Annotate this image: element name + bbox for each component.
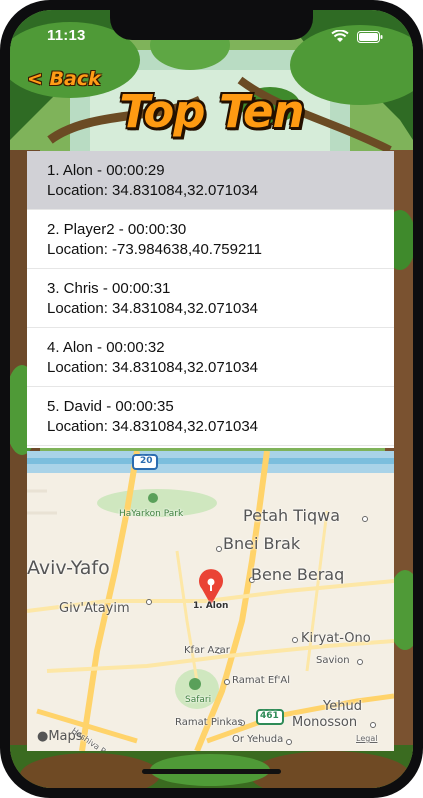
score-name-time: 4. Alon - 00:00:32 (47, 339, 165, 356)
score-row[interactable]: 5. David - 00:00:35 Location: 34.831084,… (27, 387, 394, 446)
status-time: 11:13 (47, 27, 86, 44)
highway-shield-20: 20 (140, 456, 153, 466)
score-location: Location: 34.831084,32.071034 (47, 300, 259, 317)
battery-icon (357, 30, 383, 43)
map-label-city: Kiryat-Ono (301, 631, 371, 646)
map-label-city: Yehud (323, 699, 362, 714)
map-label-city: Petah Tiqwa (243, 506, 340, 525)
map-view[interactable]: 20 461 HaYarkon Park Petah Tiqwa Bnei Br… (27, 451, 394, 751)
score-name-time: 1. Alon - 00:00:29 (47, 162, 165, 179)
score-location: Location: 34.831084,32.071034 (47, 182, 259, 199)
score-name-time: 2. Player2 - 00:00:30 (47, 221, 187, 238)
score-location: Location: 34.831084,32.071034 (47, 418, 259, 435)
map-label-park: Safari (185, 695, 212, 705)
map-label-town: Savion (316, 655, 350, 666)
wifi-icon (331, 30, 349, 42)
highway-shield-461: 461 (260, 711, 279, 721)
map-label-park: HaYarkon Park (119, 509, 184, 519)
status-icons (331, 30, 383, 43)
legal-link[interactable]: Legal (356, 734, 377, 743)
score-row[interactable]: 3. Chris - 00:00:31 Location: 34.831084,… (27, 269, 394, 328)
home-indicator[interactable] (142, 769, 281, 774)
top-ten-list[interactable]: 1. Alon - 00:00:29 Location: 34.831084,3… (27, 151, 394, 448)
maps-attribution: ●Maps (37, 729, 83, 744)
device-frame: 11:13 < Back Top Ten 1. Alon - 00:00:29 … (0, 0, 423, 798)
screen: 11:13 < Back Top Ten 1. Alon - 00:00:29 … (10, 10, 413, 788)
map-label-town: Kfar Azar (184, 645, 230, 656)
score-location: Location: 34.831084,32.071034 (47, 359, 259, 376)
score-name-time: 3. Chris - 00:00:31 (47, 280, 171, 297)
map-label-city: Bene Beraq (251, 565, 345, 584)
page-title: Top Ten (119, 85, 304, 138)
map-label-city: Bnei Brak (223, 534, 301, 553)
map-label-town: Ramat Ef'Al (232, 675, 291, 686)
map-pin-label: 1. Alon (193, 601, 229, 611)
map-label-city: Giv'Atayim (59, 601, 130, 616)
score-row[interactable]: 1. Alon - 00:00:29 Location: 34.831084,3… (27, 151, 394, 210)
device-notch (110, 10, 313, 40)
map-label-town: Or Yehuda (232, 734, 284, 745)
map-label-city: Aviv-Yafo (27, 557, 110, 579)
score-location: Location: -73.984638,40.759211 (47, 241, 262, 258)
score-name-time: 5. David - 00:00:35 (47, 398, 174, 415)
score-row[interactable]: 2. Player2 - 00:00:30 Location: -73.9846… (27, 210, 394, 269)
map-label-city: Monosson (292, 715, 358, 730)
score-row[interactable]: 4. Alon - 00:00:32 Location: 34.831084,3… (27, 328, 394, 387)
map-label-town: Ramat Pinkas (175, 717, 243, 728)
apple-icon: ● (37, 729, 49, 744)
